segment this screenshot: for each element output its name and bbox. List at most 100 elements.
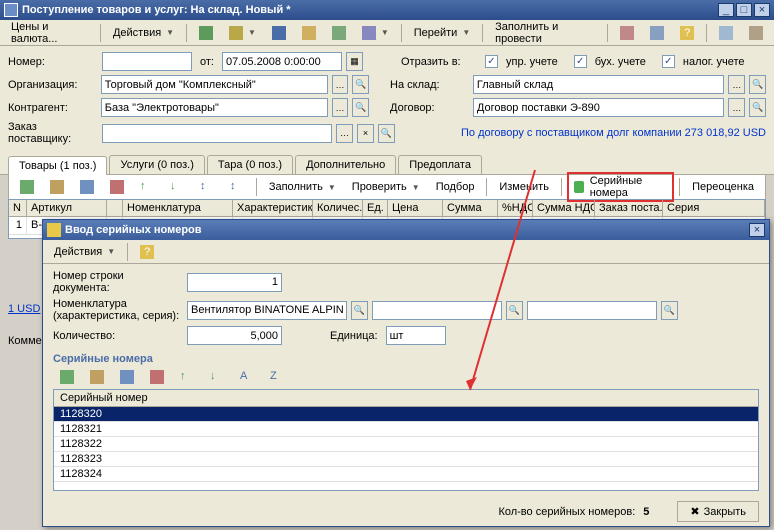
line-input[interactable] [187, 273, 282, 292]
dogovor-select-icon[interactable]: … [728, 98, 745, 117]
tab-services[interactable]: Услуги (0 поз.) [109, 155, 204, 174]
tab-tara[interactable]: Тара (0 поз.) [207, 155, 293, 174]
sn-sort2-icon[interactable]: Z [263, 367, 291, 387]
dialog-actions-button[interactable]: Действия▼ [47, 243, 122, 261]
row-down-icon[interactable]: ↓ [163, 177, 191, 197]
tool-doc-icon[interactable] [295, 23, 323, 43]
tool-help-icon[interactable]: ? [673, 23, 701, 43]
sn-up-icon[interactable]: ↑ [173, 367, 201, 387]
check-button[interactable]: Проверить▼ [345, 178, 427, 196]
contr-search-icon[interactable]: 🔍 [352, 98, 369, 117]
change-button[interactable]: Изменить [492, 178, 556, 196]
tool-add-icon[interactable] [192, 23, 220, 43]
gh-price[interactable]: Цена [388, 200, 443, 216]
char-input[interactable] [372, 301, 502, 320]
sn-edit-icon[interactable] [113, 367, 141, 387]
tool-list1-icon[interactable] [613, 23, 641, 43]
gh-sum[interactable]: Сумма [443, 200, 498, 216]
sn-row[interactable]: 1128323 [54, 452, 758, 467]
gh-n[interactable]: N [9, 200, 27, 216]
sklad-input[interactable] [473, 75, 725, 94]
prices-button[interactable]: Цены и валюта... [4, 18, 95, 48]
gh-nom[interactable]: Номенклатура [123, 200, 233, 216]
sn-row[interactable]: 1128324 [54, 467, 758, 482]
sn-header[interactable]: Серийный номер [54, 390, 758, 407]
row-add-icon[interactable] [13, 177, 41, 197]
tool-dropdown-icon[interactable]: ▼ [222, 23, 263, 43]
fill-button[interactable]: Заполнить▼ [262, 178, 343, 196]
row-sort1-icon[interactable]: ↕ [193, 177, 221, 197]
nom-search-icon[interactable]: 🔍 [351, 301, 368, 320]
dialog-help-icon[interactable]: ? [133, 242, 161, 262]
dogovor-input[interactable] [473, 98, 725, 117]
gh-seria[interactable]: Серия [663, 200, 765, 216]
reval-button[interactable]: Переоценка [685, 178, 761, 196]
goto-button[interactable]: Перейти▼ [407, 24, 478, 42]
sn-row[interactable]: 1128320 [54, 407, 758, 422]
chk-upr[interactable]: ✓ [485, 55, 498, 68]
tab-additional[interactable]: Дополнительно [295, 155, 396, 174]
row-delete-icon[interactable] [103, 177, 131, 197]
minimize-button[interactable]: _ [718, 3, 734, 17]
seria-input[interactable] [527, 301, 657, 320]
sn-down-icon[interactable]: ↓ [203, 367, 231, 387]
chk-nalog[interactable]: ✓ [662, 55, 675, 68]
date-picker-icon[interactable]: ▦ [346, 52, 363, 71]
gh-zakaz[interactable]: Заказ поста... [595, 200, 663, 216]
gh-ed[interactable]: Ед. [363, 200, 388, 216]
gh-nds[interactable]: %НДС [498, 200, 533, 216]
gh-qty[interactable]: Количес... [313, 200, 363, 216]
contr-input[interactable] [101, 98, 328, 117]
tab-goods[interactable]: Товары (1 поз.) [8, 156, 107, 175]
zakaz-input[interactable] [102, 124, 332, 143]
row-edit-icon[interactable] [73, 177, 101, 197]
contr-select-icon[interactable]: … [332, 98, 349, 117]
actions-button[interactable]: Действия▼ [106, 24, 181, 42]
maximize-button[interactable]: □ [736, 3, 752, 17]
chk-buh[interactable]: ✓ [574, 55, 587, 68]
seria-search-icon[interactable]: 🔍 [661, 301, 678, 320]
row-sort2-icon[interactable]: ↕ [223, 177, 251, 197]
gh-art[interactable]: Артикул [27, 200, 107, 216]
tool-post-icon[interactable] [325, 23, 353, 43]
sn-sort1-icon[interactable]: A [233, 367, 261, 387]
zakaz-search-icon[interactable]: 🔍 [378, 124, 395, 143]
serials-button[interactable]: Серийные номера [567, 172, 674, 202]
char-search-icon[interactable]: 🔍 [506, 301, 523, 320]
tool-extra-icon[interactable] [742, 23, 770, 43]
org-select-icon[interactable]: … [332, 75, 349, 94]
nom-input[interactable] [187, 301, 347, 320]
sn-row[interactable]: 1128321 [54, 422, 758, 437]
dogovor-search-icon[interactable]: 🔍 [749, 98, 766, 117]
date-input[interactable] [222, 52, 342, 71]
sklad-select-icon[interactable]: … [728, 75, 745, 94]
unit-input[interactable] [386, 326, 446, 345]
org-input[interactable] [101, 75, 328, 94]
gh-char[interactable]: Характеристика [233, 200, 313, 216]
sn-row[interactable]: 1128322 [54, 437, 758, 452]
gh-sumnds[interactable]: Сумма НДС [533, 200, 595, 216]
zakaz-select-icon[interactable]: … [336, 124, 353, 143]
usd-link[interactable]: 1 USD [8, 303, 40, 315]
tool-save-icon[interactable] [265, 23, 293, 43]
tool-search-icon[interactable] [712, 23, 740, 43]
fill-post-button[interactable]: Заполнить и провести [488, 18, 602, 48]
org-search-icon[interactable]: 🔍 [352, 75, 369, 94]
selection-button[interactable]: Подбор [429, 178, 482, 196]
sklad-search-icon[interactable]: 🔍 [749, 75, 766, 94]
zakaz-clear-icon[interactable]: × [357, 124, 374, 143]
gh-ico[interactable] [107, 200, 123, 216]
dialog-close-button[interactable]: ✖Закрыть [677, 501, 759, 522]
tool-refresh-icon[interactable]: ▼ [355, 23, 396, 43]
tab-prepay[interactable]: Предоплата [398, 155, 482, 174]
row-up-icon[interactable]: ↑ [133, 177, 161, 197]
row-copy-icon[interactable] [43, 177, 71, 197]
sn-add-icon[interactable] [53, 367, 81, 387]
dialog-close-icon[interactable]: × [749, 223, 765, 237]
number-input[interactable] [102, 52, 192, 71]
tool-list2-icon[interactable] [643, 23, 671, 43]
sn-copy-icon[interactable] [83, 367, 111, 387]
close-button[interactable]: × [754, 3, 770, 17]
qty-input[interactable] [187, 326, 282, 345]
sn-delete-icon[interactable] [143, 367, 171, 387]
